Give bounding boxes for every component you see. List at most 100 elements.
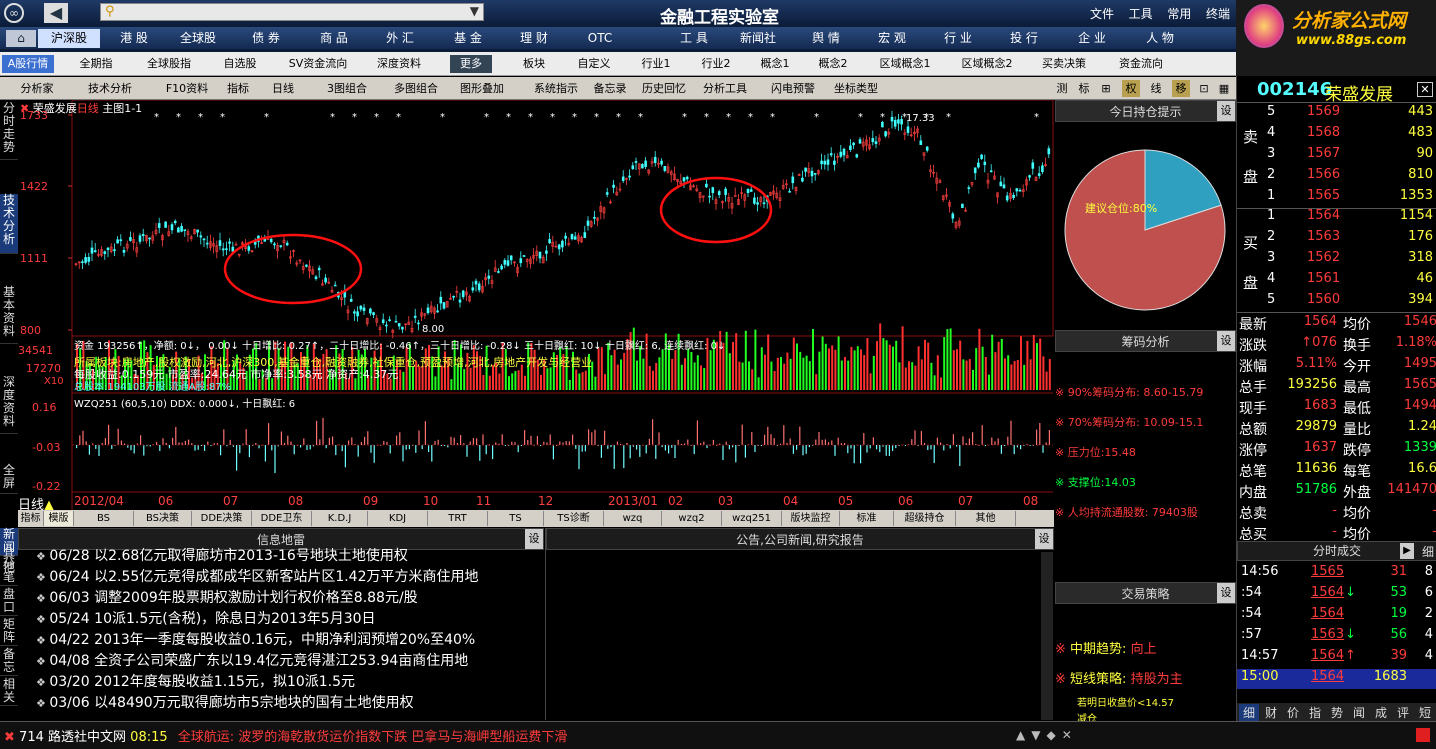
ticker-close-icon[interactable]: ✕ [1062, 728, 1072, 744]
ann-settings-button[interactable]: 设 [1035, 529, 1053, 549]
btn-line[interactable]: 线 [1148, 80, 1164, 97]
news-text[interactable]: 04/08 全资子公司荣盛广东以19.4亿元竞得湛江253.94亩商住用地 [49, 653, 468, 669]
menu-common[interactable]: 常用 [1167, 5, 1191, 22]
btn-futures[interactable]: 全期指 [70, 55, 122, 73]
indicator-tab[interactable]: wzq [604, 511, 662, 526]
news-item[interactable]: ❖ 03/06 以48490万元取得廊坊市5宗地块的国有土地使用权 [36, 693, 414, 714]
vtab-orderbook[interactable]: 盘口 [0, 588, 18, 616]
asks-price[interactable]: 1565 [1307, 188, 1340, 203]
ticks-next-icon[interactable]: ▶ [1400, 543, 1414, 559]
window-icon[interactable]: ⊡ [1196, 80, 1212, 97]
btn-system-signal[interactable]: 系统指示 [530, 80, 582, 97]
news-text[interactable]: 04/22 2013年一季度每股收益0.16元，中期净利润预增20%至40% [49, 632, 475, 648]
news-text[interactable]: 06/24 以2.55亿元竞得成都成华区新客站片区1.42万平方米商住用地 [49, 569, 478, 585]
btn-global-index[interactable]: 全球股指 [136, 55, 202, 73]
asks-price[interactable]: 1569 [1307, 104, 1340, 119]
btn-sv-flow[interactable]: SV资金流向 [278, 55, 358, 73]
vtab-fullscreen[interactable]: 全屏 [0, 464, 18, 494]
btn-more[interactable]: 更多 [450, 55, 492, 73]
btn-measure[interactable]: 测 [1054, 80, 1070, 97]
btn-a-share[interactable]: A股行情 [2, 55, 54, 73]
btn-analysis-tools[interactable]: 分析工具 [698, 80, 752, 97]
tab-market-7[interactable]: 理 财 [504, 29, 564, 48]
news-ticker[interactable]: ✖ 714 路透社中文网 08:15 全球航运: 波罗的海乾散货运价指数下跌 巴… [0, 721, 1436, 749]
quote-tab[interactable]: 指 [1305, 704, 1325, 721]
ticker-settings-icon[interactable]: ◆ [1046, 728, 1055, 744]
btn-indicator[interactable]: 指标 [220, 80, 256, 97]
news-item[interactable]: ❖ 06/24 以2.55亿元竞得成都成华区新客站片区1.42万平方米商住用地 [36, 567, 479, 588]
btn-industry2[interactable]: 行业2 [690, 55, 742, 73]
btn-mark[interactable]: 标 [1076, 80, 1092, 97]
tab-right-5[interactable]: 投 行 [994, 29, 1054, 48]
indicator-tab[interactable]: 标准 [840, 511, 894, 526]
bids-price[interactable]: 1560 [1307, 292, 1340, 307]
vtab-related[interactable]: 相关 [0, 678, 18, 706]
news-text[interactable]: 03/06 以48490万元取得廊坊市5宗地块的国有土地使用权 [49, 695, 413, 711]
btn-industry1[interactable]: 行业1 [630, 55, 682, 73]
news-text[interactable]: 05/24 10派1.5元(含税)，除息日为2013年5月30日 [49, 611, 375, 627]
quote-tab[interactable]: 财 [1261, 704, 1281, 721]
btn-alert[interactable]: 闪电预警 [766, 80, 820, 97]
indicator-tab[interactable]: wzq2 [662, 511, 722, 526]
btn-axis-type[interactable]: 坐标类型 [826, 80, 886, 97]
news-item[interactable]: ❖ 04/22 2013年一季度每股收益0.16元，中期净利润预增20%至40% [36, 630, 475, 651]
vtab-matrix[interactable]: 矩阵 [0, 618, 18, 646]
news-text[interactable]: 03/20 2012年度每股收益1.15元，拟10派1.5元 [49, 674, 355, 690]
vtab-other[interactable]: 其他 [0, 548, 18, 584]
btn-tech-analysis[interactable]: 技术分析 [74, 80, 146, 97]
btn-multichart[interactable]: 多图组合 [386, 80, 446, 97]
close-panel-icon[interactable]: ✕ [1417, 82, 1433, 97]
indicator-tab[interactable]: TS [488, 511, 544, 526]
btn-3chart[interactable]: 3图组合 [318, 80, 376, 97]
indicator-tab[interactable]: 指标 [18, 511, 44, 526]
news-item[interactable]: ❖ 06/28 以2.68亿元取得廊坊市2013-16号地块土地使用权 [36, 546, 408, 567]
ticker-down-icon[interactable]: ▼ [1031, 728, 1040, 744]
btn-concept2[interactable]: 概念2 [808, 55, 858, 73]
btn-fund-flow[interactable]: 资金流向 [1110, 55, 1172, 73]
tab-right-6[interactable]: 企 业 [1062, 29, 1122, 48]
menu-file[interactable]: 文件 [1090, 5, 1114, 22]
btn-region2[interactable]: 区域概念2 [952, 55, 1022, 73]
menu-terminal[interactable]: 终端 [1206, 5, 1230, 22]
strategy-settings-button[interactable]: 设 [1217, 583, 1235, 603]
tab-right-7[interactable]: 人 物 [1130, 29, 1190, 48]
pie-settings-button[interactable]: 设 [1217, 101, 1235, 121]
chip-settings-button[interactable]: 设 [1217, 331, 1235, 351]
quote-tab[interactable]: 闻 [1349, 704, 1369, 721]
btn-memo[interactable]: 备忘录 [588, 80, 632, 97]
btn-move[interactable]: 移 [1172, 80, 1190, 97]
crosshair-icon[interactable]: ⊞ [1098, 80, 1114, 97]
asks-price[interactable]: 1566 [1307, 167, 1340, 182]
indicator-tab[interactable]: 超级持仓 [894, 511, 956, 526]
btn-concept1[interactable]: 概念1 [750, 55, 800, 73]
vtab-basic[interactable]: 基本资料 [0, 286, 18, 344]
tab-market-5[interactable]: 外 汇 [370, 29, 430, 48]
news-settings-button[interactable]: 设 [525, 529, 543, 549]
indicator-tab[interactable]: BS [74, 511, 134, 526]
ticks-detail-label[interactable]: 细 [1422, 543, 1434, 560]
back-icon[interactable]: ◀ [44, 3, 68, 23]
home-icon[interactable]: ⌂ [6, 30, 36, 47]
tab-market-4[interactable]: 商 品 [304, 29, 364, 48]
alert-icon[interactable] [1416, 728, 1430, 742]
indicator-tab[interactable]: wzq251 [722, 511, 782, 526]
search-input[interactable]: ⚲ ▼ [100, 3, 484, 21]
asks-price[interactable]: 1567 [1307, 146, 1340, 161]
indicator-tab[interactable]: TRT [428, 511, 488, 526]
news-text[interactable]: 06/03 调整2009年股票期权激励计划行权价格至8.88元/股 [49, 590, 417, 606]
btn-f10[interactable]: F10资料 [156, 80, 218, 97]
quote-tab[interactable]: 价 [1283, 704, 1303, 721]
btn-watchlist[interactable]: 自选股 [214, 55, 266, 73]
tab-right-1[interactable]: 新闻社 [728, 29, 788, 48]
indicator-tab[interactable]: DDE卫东 [252, 511, 312, 526]
vtab-deep[interactable]: 深度资料 [0, 376, 18, 434]
indicator-tab[interactable]: 版块监控 [782, 511, 840, 526]
btn-sector[interactable]: 板块 [512, 55, 556, 73]
btn-overlay[interactable]: 图形叠加 [454, 80, 510, 97]
ann-scrollbar[interactable] [1041, 552, 1053, 720]
bids-price[interactable]: 1562 [1307, 250, 1340, 265]
tab-market-8[interactable]: OTC [570, 29, 630, 48]
quote-tab[interactable]: 成 [1371, 704, 1391, 721]
quote-tab[interactable]: 势 [1327, 704, 1347, 721]
tab-right-2[interactable]: 舆 情 [796, 29, 856, 48]
